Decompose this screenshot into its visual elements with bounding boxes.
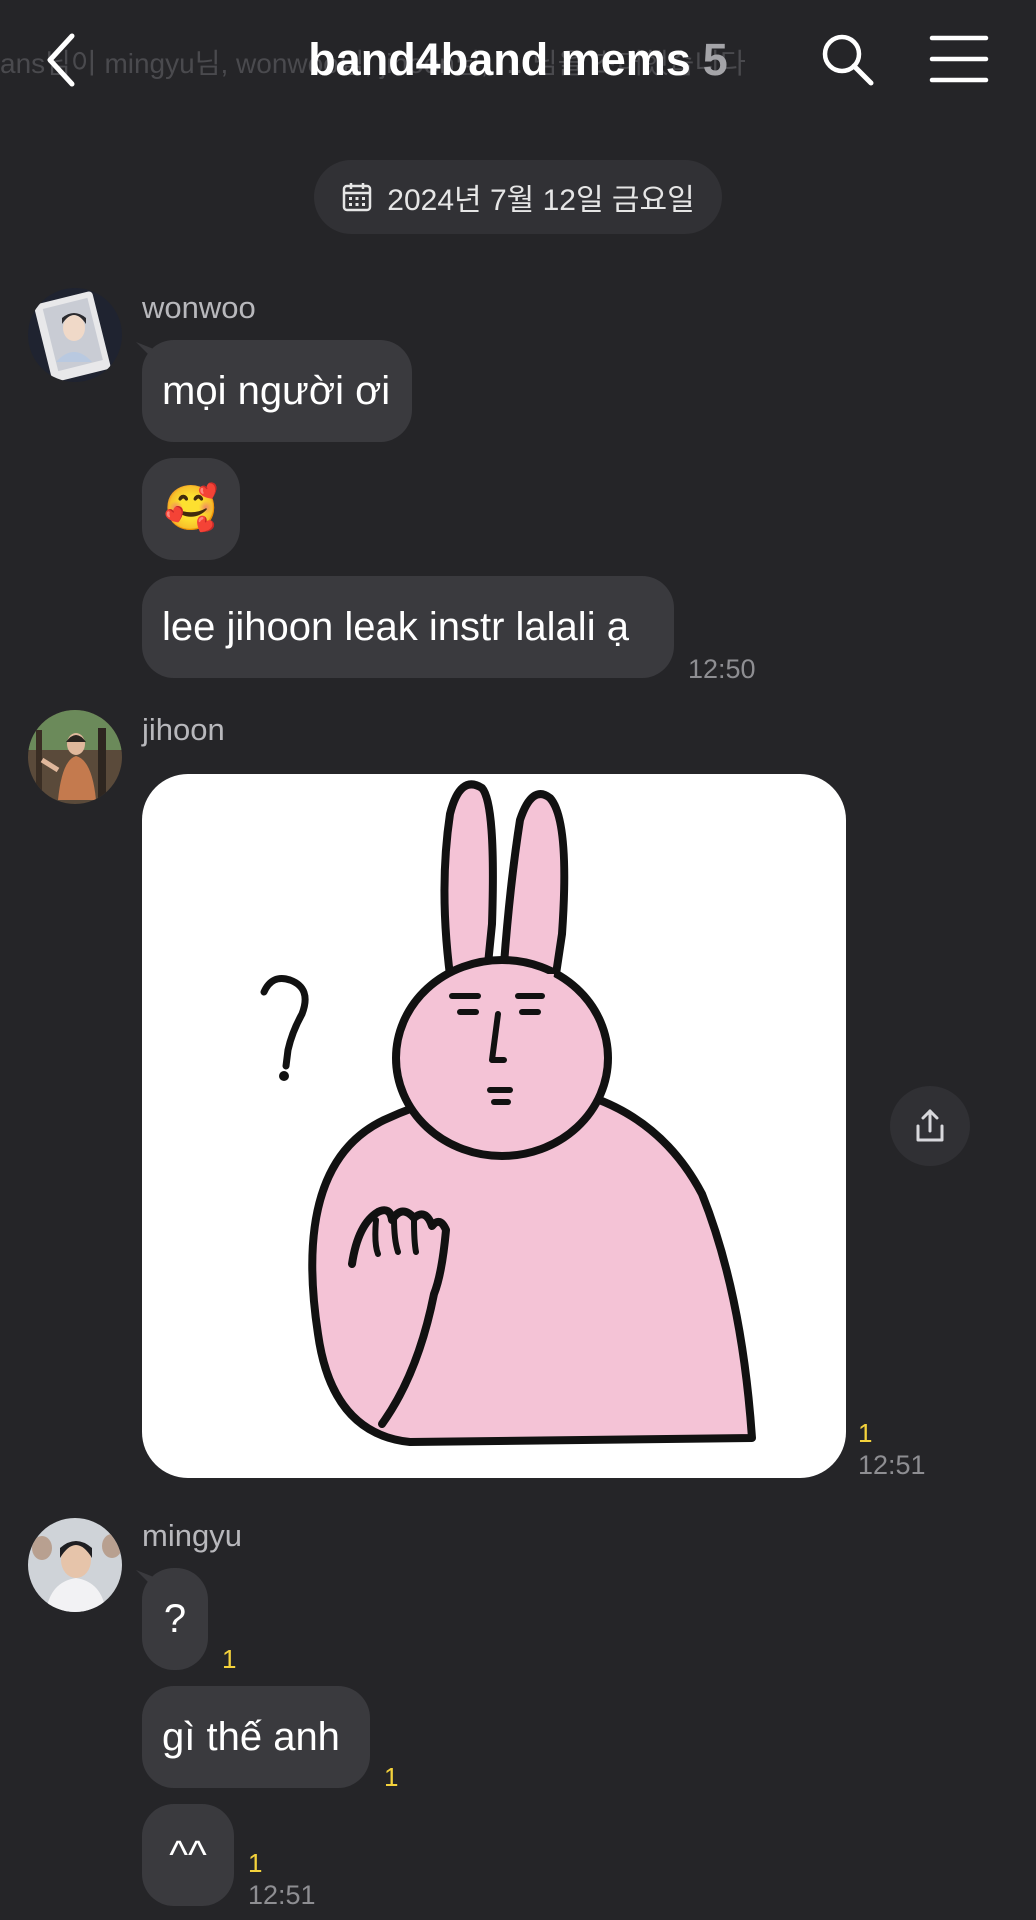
rabbit-question-sticker-image xyxy=(260,780,756,1446)
message-timestamp: 12:51 xyxy=(858,1450,926,1480)
chat-name: band4band mems xyxy=(308,34,691,85)
hamburger-menu-icon xyxy=(929,35,989,83)
unread-count: 1 xyxy=(222,1644,237,1674)
unread-count: 1 xyxy=(248,1848,263,1878)
member-count: 5 xyxy=(702,34,728,85)
avatar-mingyu[interactable] xyxy=(28,1518,122,1612)
search-icon xyxy=(822,34,874,86)
avatar-jihoon[interactable] xyxy=(28,710,122,804)
menu-button[interactable] xyxy=(928,32,990,86)
share-icon xyxy=(916,1109,944,1142)
sender-name-wonwoo: wonwoo xyxy=(142,290,256,325)
unread-count: 1 xyxy=(858,1418,873,1448)
pink-rabbit-sticker[interactable] xyxy=(142,774,846,1478)
chat-header: ans님이 mingyu님, wonwoo님, jihoon님, … 님을 초대… xyxy=(0,0,1036,120)
sender-name-mingyu: mingyu xyxy=(142,1518,242,1553)
message-timestamp: 12:51 xyxy=(248,1880,316,1910)
search-button[interactable] xyxy=(818,30,876,88)
message-bubble[interactable]: mọi người ơi xyxy=(142,340,412,442)
calendar-icon xyxy=(343,183,372,212)
share-button[interactable] xyxy=(890,1086,970,1166)
message-bubble[interactable]: ? xyxy=(142,1568,208,1670)
message-bubble[interactable]: ^^ xyxy=(142,1804,234,1906)
avatar-wonwoo[interactable] xyxy=(28,288,122,382)
date-divider: 2024년 7월 12일 금요일 xyxy=(314,160,722,234)
message-bubble[interactable]: lee jihoon leak instr lalali ạ xyxy=(142,576,674,678)
emoji-message-bubble[interactable]: 🥰 xyxy=(142,458,240,560)
message-timestamp: 12:50 xyxy=(688,654,756,684)
chat-title: band4band mems 5 xyxy=(0,34,1036,86)
sender-name-jihoon: jihoon xyxy=(142,712,225,747)
message-bubble[interactable]: gì thế anh xyxy=(142,1686,370,1788)
unread-count: 1 xyxy=(384,1762,399,1792)
date-label: 2024년 7월 12일 금요일 xyxy=(387,184,695,217)
